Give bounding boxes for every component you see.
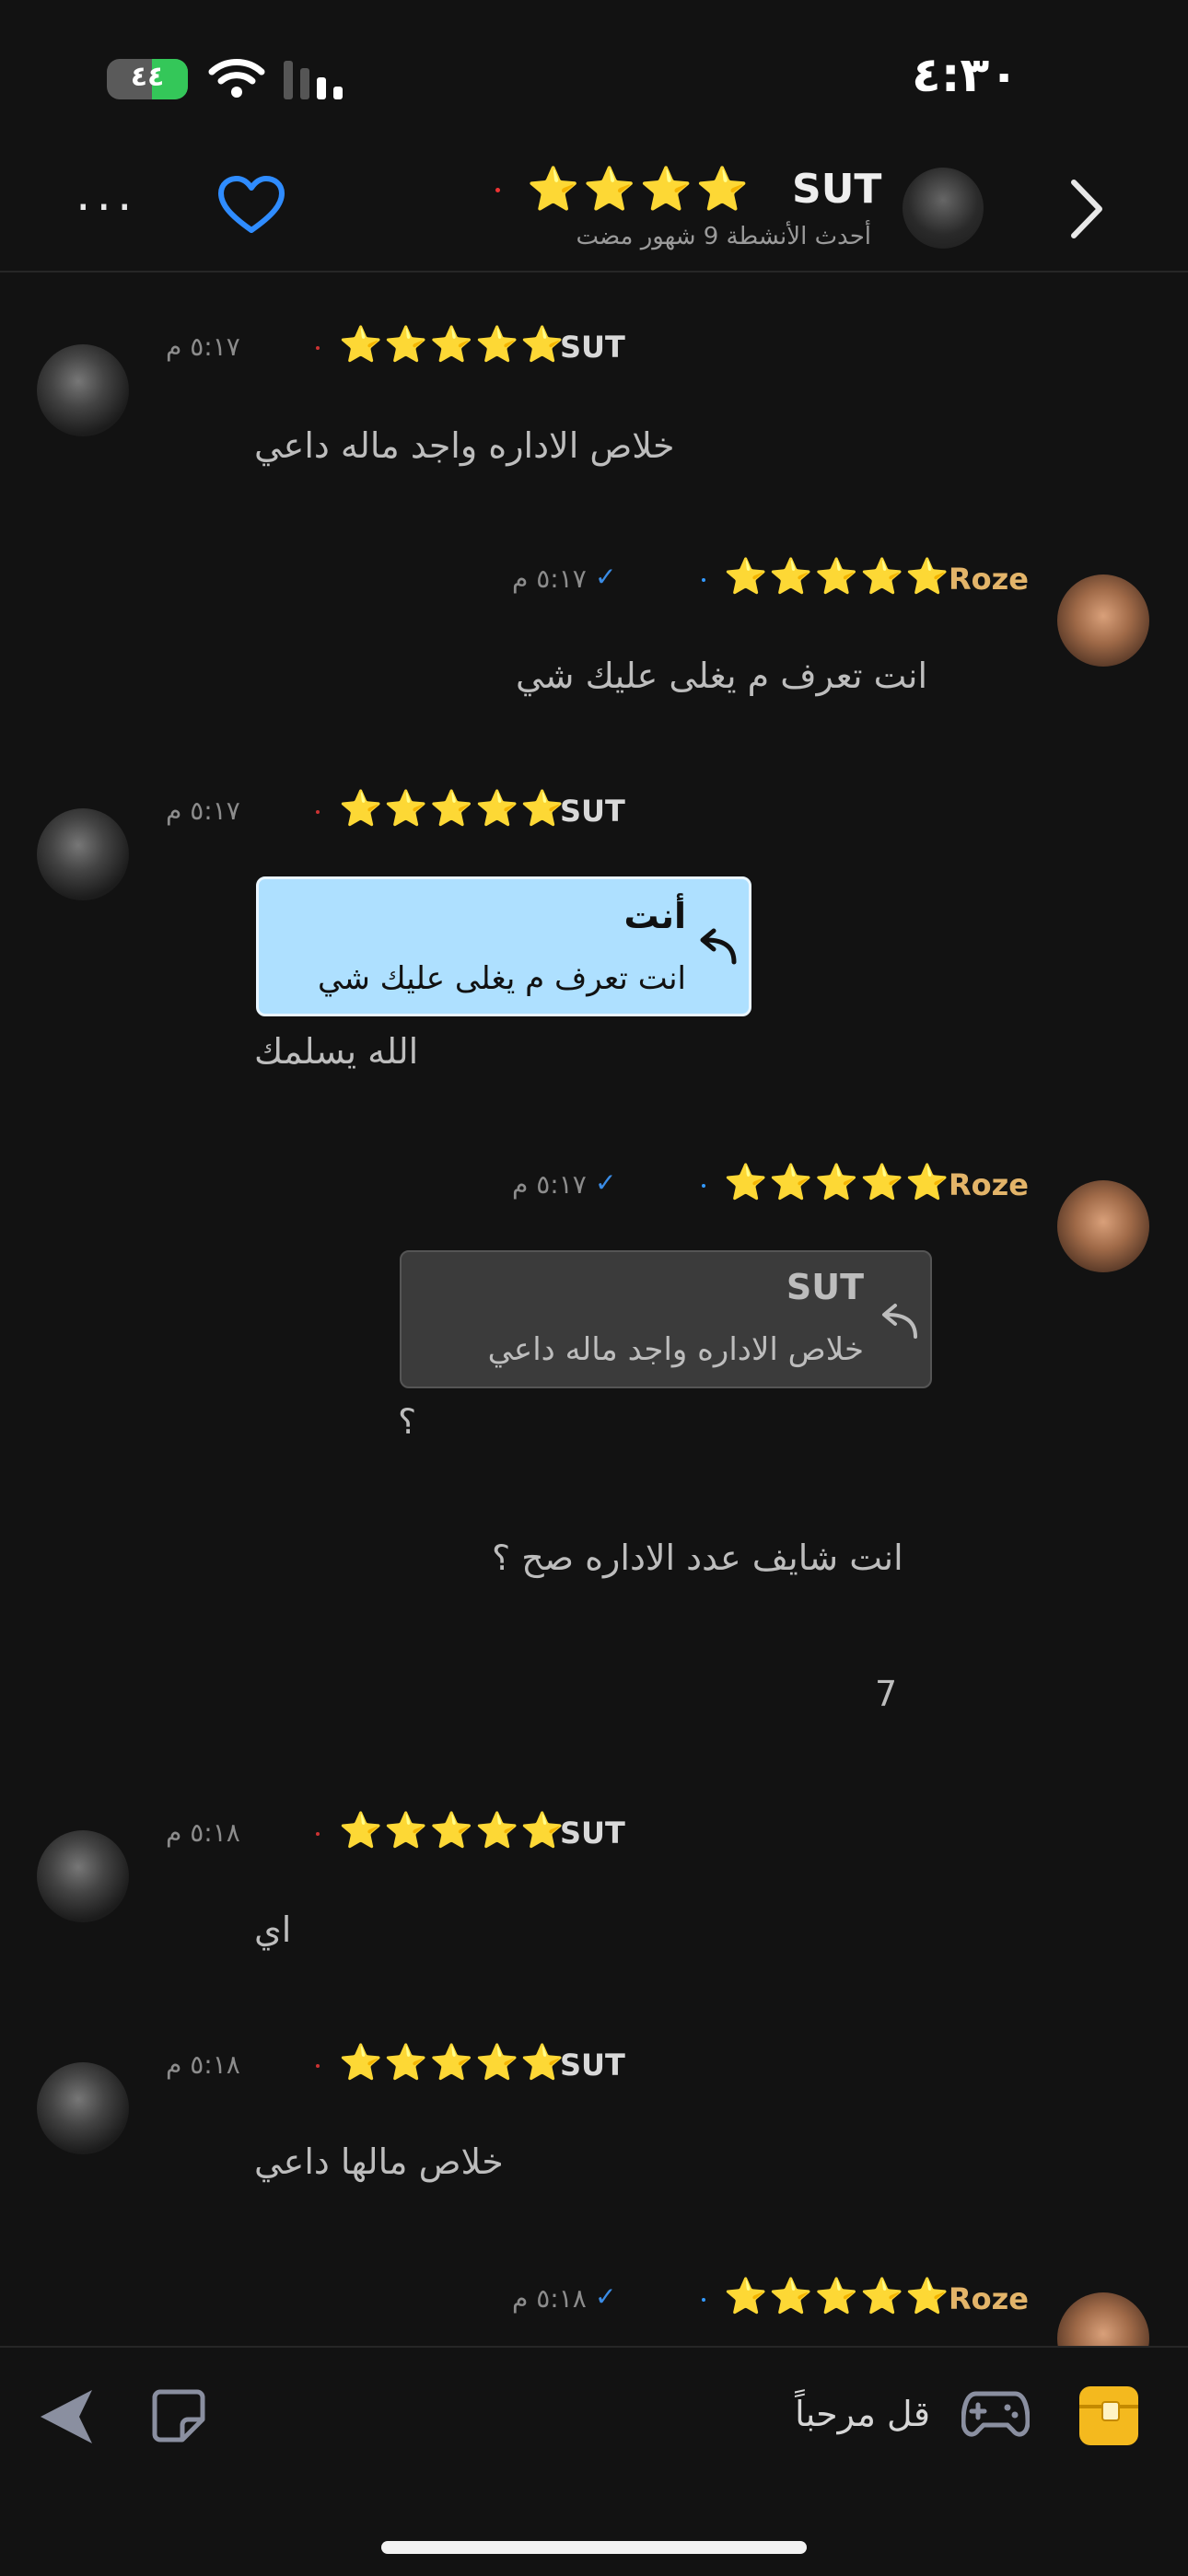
message-text[interactable]: انت تعرف م يغلى عليك شي bbox=[516, 656, 927, 696]
sender-stars: ⭐⭐⭐⭐⭐ bbox=[339, 2042, 566, 2083]
treasure-chest-icon[interactable] bbox=[1079, 2386, 1138, 2445]
message-text[interactable]: خلاص الاداره واجد ماله داعي bbox=[254, 425, 674, 466]
quote-body: انت تعرف م يغلى عليك شي bbox=[318, 960, 686, 997]
header-last-active: أحدث الأنشطة 9 شهور مضت bbox=[576, 223, 871, 250]
message-time: ٥:١٨ م bbox=[512, 2283, 587, 2314]
sender-name[interactable]: SUT bbox=[560, 2048, 625, 2083]
message-text[interactable]: الله يسلمك bbox=[254, 1031, 418, 1072]
heart-icon[interactable] bbox=[217, 175, 285, 236]
message-time: ٥:١٧ م bbox=[166, 331, 240, 362]
header-name[interactable]: SUT bbox=[792, 166, 881, 213]
status-dot bbox=[316, 810, 320, 814]
sender-name[interactable]: SUT bbox=[560, 1816, 625, 1851]
status-dot bbox=[702, 578, 705, 582]
gamepad-icon[interactable] bbox=[961, 2388, 1030, 2442]
sender-name[interactable]: Roze bbox=[949, 562, 1029, 597]
read-tick-icon: ✓ bbox=[595, 1167, 617, 1198]
sender-avatar-sut[interactable] bbox=[37, 808, 129, 900]
quote-body: خلاص الاداره واجد ماله داعي bbox=[487, 1331, 864, 1368]
sender-stars: ⭐⭐⭐⭐⭐ bbox=[339, 324, 566, 365]
message-text[interactable]: انت شايف عدد الاداره صح ؟ bbox=[492, 1537, 903, 1578]
header-stars: ⭐⭐⭐⭐ bbox=[527, 164, 753, 214]
message-text[interactable]: ؟ bbox=[398, 1401, 416, 1442]
message-text[interactable]: اي bbox=[254, 1909, 291, 1950]
sender-stars: ⭐⭐⭐⭐⭐ bbox=[339, 1810, 566, 1851]
message-text[interactable]: خلاص مالها داعي bbox=[254, 2141, 504, 2182]
more-dots-icon[interactable]: ··· bbox=[76, 180, 138, 236]
sticker-icon[interactable] bbox=[151, 2388, 206, 2443]
status-dot bbox=[702, 2298, 705, 2302]
reply-arrow-icon bbox=[882, 1304, 917, 1339]
message-input[interactable]: قل مرحباً bbox=[645, 2394, 930, 2434]
status-dot bbox=[702, 1184, 705, 1188]
sender-name[interactable]: Roze bbox=[949, 2281, 1029, 2316]
read-tick-icon: ✓ bbox=[595, 2281, 617, 2312]
battery-level: ٤٤ bbox=[130, 61, 165, 93]
battery-indicator: ٤٤ bbox=[107, 59, 188, 99]
quoted-reply[interactable]: SUT خلاص الاداره واجد ماله داعي bbox=[400, 1250, 932, 1388]
sender-avatar-sut[interactable] bbox=[37, 1830, 129, 1922]
quoted-reply[interactable]: أنت انت تعرف م يغلى عليك شي bbox=[256, 876, 751, 1016]
status-dot bbox=[316, 346, 320, 350]
sender-stars: ⭐⭐⭐⭐⭐ bbox=[724, 2276, 951, 2316]
header-avatar[interactable] bbox=[903, 168, 984, 249]
sender-avatar-roze[interactable] bbox=[1057, 574, 1149, 667]
message-time: ٥:١٧ م bbox=[512, 563, 587, 594]
sender-name[interactable]: SUT bbox=[560, 794, 625, 829]
reply-arrow-icon bbox=[700, 928, 737, 965]
quote-title: أنت bbox=[623, 896, 686, 936]
message-time: ٥:١٨ م bbox=[166, 1817, 240, 1848]
message-time: ٥:١٧ م bbox=[166, 795, 240, 826]
sender-stars: ⭐⭐⭐⭐⭐ bbox=[724, 556, 951, 597]
sender-name[interactable]: Roze bbox=[949, 1167, 1029, 1202]
sender-stars: ⭐⭐⭐⭐⭐ bbox=[339, 788, 566, 829]
sender-avatar-sut[interactable] bbox=[37, 344, 129, 436]
header-dot bbox=[495, 188, 500, 192]
message-text[interactable]: 7 bbox=[875, 1674, 897, 1714]
send-icon[interactable] bbox=[37, 2386, 96, 2447]
status-time: ٤:٣٠ bbox=[912, 48, 1019, 103]
sender-stars: ⭐⭐⭐⭐⭐ bbox=[724, 1162, 951, 1202]
quote-title: SUT bbox=[786, 1267, 864, 1307]
chevron-right-icon[interactable] bbox=[1063, 177, 1109, 241]
status-dot bbox=[316, 2064, 320, 2068]
message-time: ٥:١٧ م bbox=[512, 1169, 587, 1200]
home-indicator[interactable] bbox=[381, 2541, 807, 2554]
signal-icon bbox=[284, 61, 343, 99]
message-time: ٥:١٨ م bbox=[166, 2049, 240, 2080]
sender-name[interactable]: SUT bbox=[560, 330, 625, 365]
wifi-icon bbox=[208, 59, 265, 98]
sender-avatar-roze[interactable] bbox=[1057, 1180, 1149, 1272]
status-dot bbox=[316, 1832, 320, 1836]
read-tick-icon: ✓ bbox=[595, 562, 617, 592]
sender-avatar-sut[interactable] bbox=[37, 2062, 129, 2154]
